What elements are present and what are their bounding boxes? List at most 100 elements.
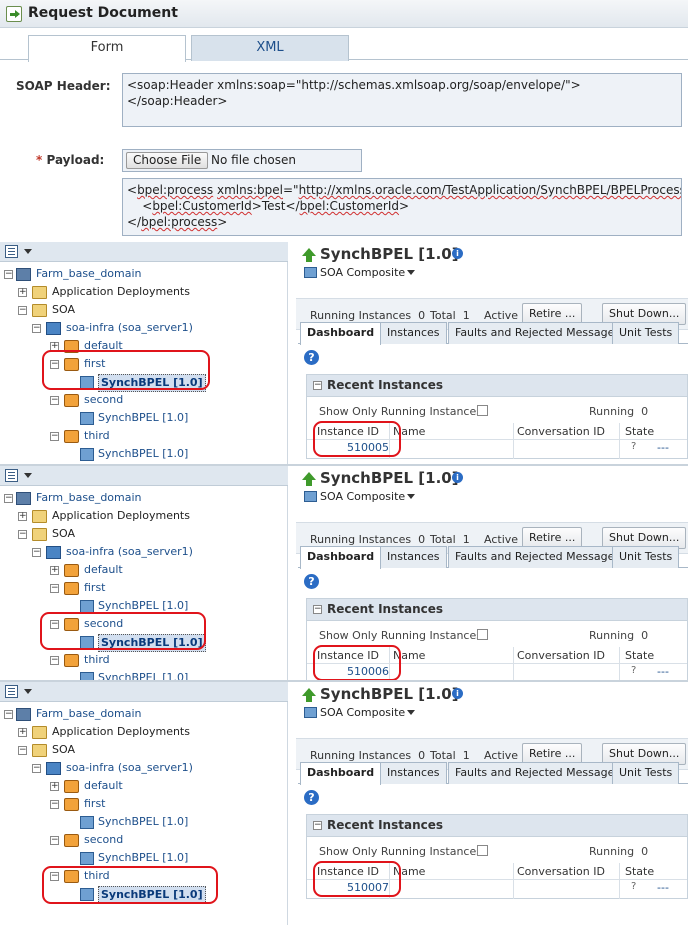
info-icon[interactable]: i [452, 248, 463, 259]
tab-faults[interactable]: Faults and Rejected Messages [448, 322, 628, 344]
tab-faults[interactable]: Faults and Rejected Messages [448, 546, 628, 568]
expand-toggle[interactable]: + [18, 288, 27, 297]
tree-label-app-deployments[interactable]: Application Deployments [52, 724, 190, 740]
expand-toggle[interactable]: + [50, 782, 59, 791]
tab-instances[interactable]: Instances [380, 762, 447, 784]
chevron-down-icon[interactable] [24, 473, 32, 482]
tree-label-default[interactable]: default [84, 562, 123, 578]
recent-instances-header[interactable]: − Recent Instances [307, 815, 687, 837]
tree-label-farm[interactable]: Farm_base_domain [36, 266, 142, 282]
total-text: Total 1 [430, 533, 470, 546]
tree-menu-icon[interactable] [5, 685, 18, 698]
collapse-toggle[interactable]: − [50, 584, 59, 593]
collapse-toggle[interactable]: − [18, 306, 27, 315]
tree-menu-icon[interactable] [5, 245, 18, 258]
help-icon[interactable]: ? [304, 350, 319, 365]
tab-dashboard[interactable]: Dashboard [300, 322, 382, 345]
soa-composite-menu[interactable]: SOA Composite [304, 490, 416, 503]
tab-form[interactable]: Form [28, 35, 186, 62]
help-icon[interactable]: ? [304, 790, 319, 805]
chevron-down-icon[interactable] [24, 689, 32, 698]
info-icon[interactable]: i [452, 472, 463, 483]
tab-dashboard[interactable]: Dashboard [300, 762, 382, 785]
soa-composite-menu[interactable]: SOA Composite [304, 706, 416, 719]
tree-label-soa-infra[interactable]: soa-infra (soa_server1) [66, 320, 193, 336]
tab-xml[interactable]: XML [191, 35, 349, 61]
panel-separator [0, 464, 688, 466]
tab-faults[interactable]: Faults and Rejected Messages [448, 762, 628, 784]
tree-label-third[interactable]: third [84, 652, 110, 668]
collapse-toggle[interactable]: − [18, 530, 27, 539]
collapse-toggle[interactable]: − [50, 396, 59, 405]
tab-instances[interactable]: Instances [380, 546, 447, 568]
collapse-toggle[interactable]: − [32, 548, 41, 557]
tree-label-farm[interactable]: Farm_base_domain [36, 490, 142, 506]
collapse-toggle[interactable]: − [32, 324, 41, 333]
column-state[interactable]: State [625, 425, 654, 438]
tree-label-third-composite[interactable]: SynchBPEL [1.0] [98, 446, 188, 462]
tree-label-farm[interactable]: Farm_base_domain [36, 706, 142, 722]
tree-label-soa-infra[interactable]: soa-infra (soa_server1) [66, 760, 193, 776]
choose-file-button[interactable]: Choose File [126, 152, 209, 169]
payload-textarea[interactable]: <bpel:process xmlns:bpel="http://xmlns.o… [122, 178, 682, 236]
tab-instances[interactable]: Instances [380, 322, 447, 344]
collapse-toggle[interactable]: − [18, 746, 27, 755]
tree-label-first[interactable]: first [84, 580, 106, 596]
collapse-toggle[interactable]: − [4, 710, 13, 719]
tree-label-first-composite[interactable]: SynchBPEL [1.0] [98, 814, 188, 830]
tree-label-second-composite[interactable]: SynchBPEL [1.0] [98, 850, 188, 866]
tree-label-soa[interactable]: SOA [52, 742, 75, 758]
show-only-running-checkbox[interactable] [477, 629, 488, 640]
folder-icon [32, 528, 47, 541]
collapse-toggle[interactable]: − [32, 764, 41, 773]
tree-label-first[interactable]: first [84, 796, 106, 812]
tree-label-soa-infra[interactable]: soa-infra (soa_server1) [66, 544, 193, 560]
request-arrow-icon [6, 6, 22, 22]
recent-instances-header[interactable]: − Recent Instances [307, 375, 687, 397]
tree-label-default[interactable]: default [84, 778, 123, 794]
column-state[interactable]: State [625, 649, 654, 662]
collapse-toggle[interactable]: − [4, 494, 13, 503]
column-state[interactable]: State [625, 865, 654, 878]
tree-toolbar [0, 682, 288, 702]
column-conversation-id[interactable]: Conversation ID [517, 649, 605, 662]
tab-unit-tests[interactable]: Unit Tests [612, 762, 680, 784]
show-only-running-checkbox[interactable] [477, 405, 488, 416]
info-icon[interactable]: i [452, 688, 463, 699]
tree-label-third[interactable]: third [84, 428, 110, 444]
collapse-toggle[interactable]: − [313, 821, 322, 830]
tree-label-second-composite[interactable]: SynchBPEL [1.0] [98, 410, 188, 426]
soap-header-textarea[interactable]: <soap:Header xmlns:soap="http://schemas.… [122, 73, 682, 127]
soap-header-line1: <soap:Header xmlns:soap="http://schemas.… [127, 78, 581, 92]
show-only-running-checkbox[interactable] [477, 845, 488, 856]
chevron-down-icon[interactable] [24, 249, 32, 258]
soa-composite-menu[interactable]: SOA Composite [304, 266, 416, 279]
tab-unit-tests[interactable]: Unit Tests [612, 546, 680, 568]
collapse-toggle[interactable]: − [4, 270, 13, 279]
tab-unit-tests[interactable]: Unit Tests [612, 322, 680, 344]
collapse-toggle[interactable]: − [50, 836, 59, 845]
collapse-toggle[interactable]: − [50, 432, 59, 441]
collapse-toggle[interactable]: − [50, 800, 59, 809]
collapse-toggle[interactable]: − [50, 656, 59, 665]
composite-title: SynchBPEL [1.0] [320, 469, 459, 487]
tree-label-soa[interactable]: SOA [52, 302, 75, 318]
expand-toggle[interactable]: + [18, 728, 27, 737]
tree-menu-icon[interactable] [5, 469, 18, 482]
tree-label-soa[interactable]: SOA [52, 526, 75, 542]
tree-label-app-deployments[interactable]: Application Deployments [52, 284, 190, 300]
column-conversation-id[interactable]: Conversation ID [517, 865, 605, 878]
tree-label-second[interactable]: second [84, 832, 123, 848]
tree-label-second[interactable]: second [84, 392, 123, 408]
composite-icon [304, 267, 317, 278]
tree-label-app-deployments[interactable]: Application Deployments [52, 508, 190, 524]
total-text: Total 1 [430, 749, 470, 762]
column-conversation-id[interactable]: Conversation ID [517, 425, 605, 438]
tab-dashboard[interactable]: Dashboard [300, 546, 382, 569]
collapse-toggle[interactable]: − [313, 381, 322, 390]
help-icon[interactable]: ? [304, 574, 319, 589]
expand-toggle[interactable]: + [18, 512, 27, 521]
collapse-toggle[interactable]: − [313, 605, 322, 614]
expand-toggle[interactable]: + [50, 566, 59, 575]
recent-instances-header[interactable]: − Recent Instances [307, 599, 687, 621]
